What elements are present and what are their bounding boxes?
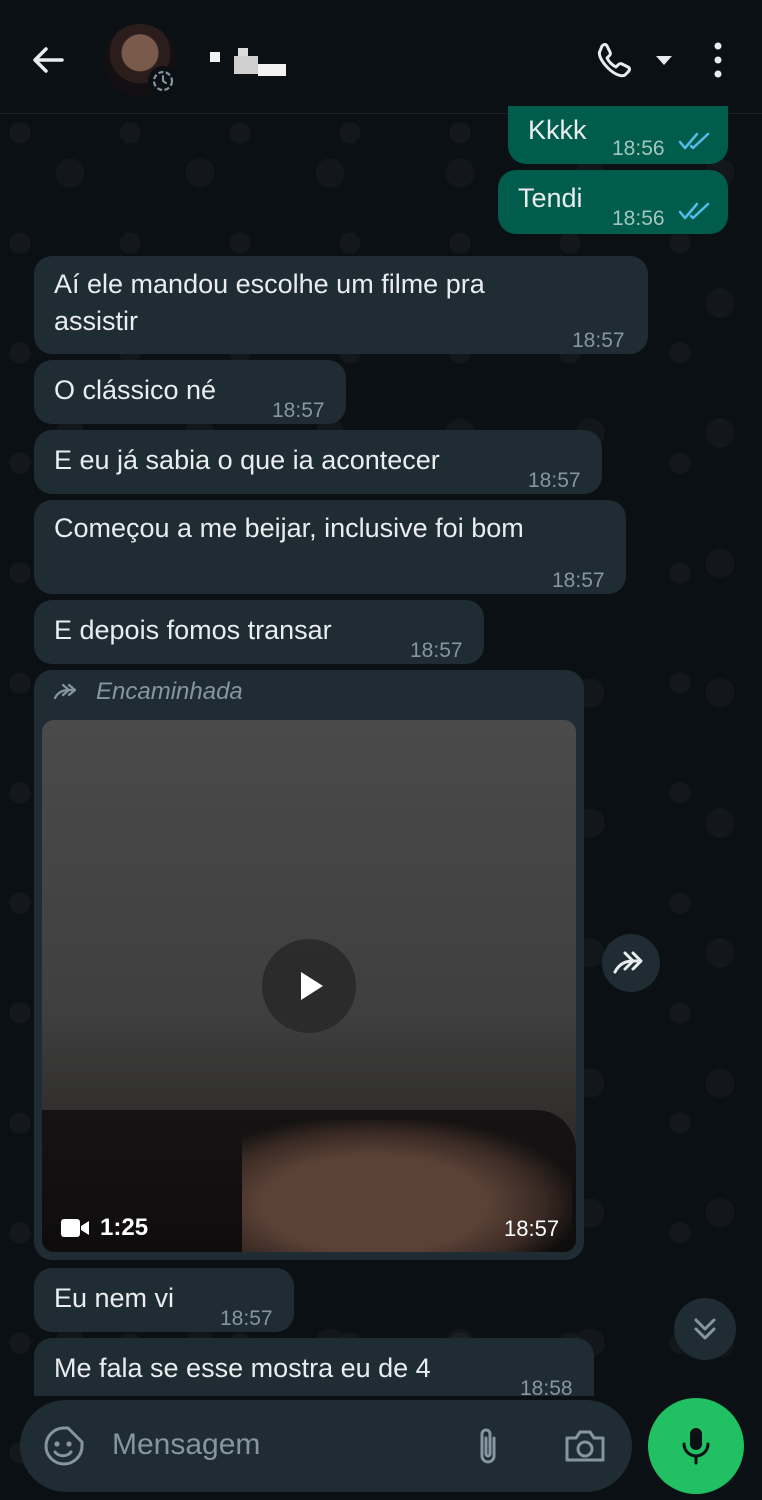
message-time: 18:56 xyxy=(612,137,665,160)
read-ticks-icon xyxy=(678,132,710,150)
message-bubble-in[interactable]: Aí ele mandou escolhe um filme pra assis… xyxy=(34,256,648,354)
chat-header: ▪ ▪▪▪ xyxy=(0,0,762,114)
message-bubble-in[interactable]: E eu já sabia o que ia acontecer 18:57 xyxy=(34,430,602,494)
message-text: O clássico né xyxy=(54,375,217,405)
video-camera-icon xyxy=(61,1219,89,1237)
status-ring-icon xyxy=(148,66,178,96)
message-text: Começou a me beijar, inclusive foi bom xyxy=(54,513,524,543)
play-icon[interactable] xyxy=(262,939,356,1033)
message-bubble-in[interactable]: Começou a me beijar, inclusive foi bom 1… xyxy=(34,500,626,594)
microphone-icon xyxy=(682,1428,710,1465)
dropdown-icon[interactable] xyxy=(652,50,676,70)
message-input[interactable]: Mensagem xyxy=(112,1428,260,1462)
phone-icon[interactable] xyxy=(592,38,636,82)
message-bubble-in[interactable]: Eu nem vi 18:57 xyxy=(34,1268,294,1332)
message-text: E eu já sabia o que ia acontecer xyxy=(54,445,440,475)
message-bubble-out[interactable]: Tendi 18:56 xyxy=(498,170,728,234)
back-arrow-icon[interactable] xyxy=(28,40,68,80)
message-time: 18:57 xyxy=(528,469,581,492)
message-time: 18:57 xyxy=(552,569,605,592)
microphone-button[interactable] xyxy=(648,1398,744,1494)
double-chevron-down-icon xyxy=(694,1318,716,1340)
message-text: Kkkk xyxy=(528,115,587,145)
message-time: 18:57 xyxy=(572,329,625,352)
forwarded-label: Encaminhada xyxy=(96,678,243,705)
message-time: 18:56 xyxy=(612,207,665,230)
message-bubble-in[interactable]: Me fala se esse mostra eu de 4 18:58 xyxy=(34,1338,594,1400)
scroll-to-bottom-button[interactable] xyxy=(674,1298,736,1360)
forwarded-icon xyxy=(53,683,77,700)
sticker-emoji-icon[interactable] xyxy=(42,1424,86,1468)
message-text: Aí ele mandou escolhe um filme pra assis… xyxy=(54,269,485,336)
message-bubble-in[interactable]: O clássico né 18:57 xyxy=(34,360,346,424)
message-bubble-out[interactable]: Kkkk 18:56 xyxy=(508,106,728,164)
attach-icon[interactable] xyxy=(472,1424,504,1468)
message-bubble-in[interactable]: E depois fomos transar 18:57 xyxy=(34,600,484,664)
read-ticks-icon xyxy=(678,202,710,220)
message-text: Tendi xyxy=(518,183,583,213)
camera-icon[interactable] xyxy=(562,1424,608,1468)
forward-share-icon[interactable] xyxy=(602,934,660,992)
message-time: 18:57 xyxy=(410,639,463,662)
message-text: Me fala se esse mostra eu de 4 xyxy=(54,1353,431,1383)
video-duration: 1:25 xyxy=(100,1214,149,1241)
more-vert-icon[interactable] xyxy=(706,38,730,82)
message-text: E depois fomos transar xyxy=(54,615,332,645)
video-time: 18:57 xyxy=(504,1216,560,1241)
message-time: 18:57 xyxy=(272,399,325,422)
message-text: Eu nem vi xyxy=(54,1283,175,1313)
message-time: 18:57 xyxy=(220,1307,273,1330)
